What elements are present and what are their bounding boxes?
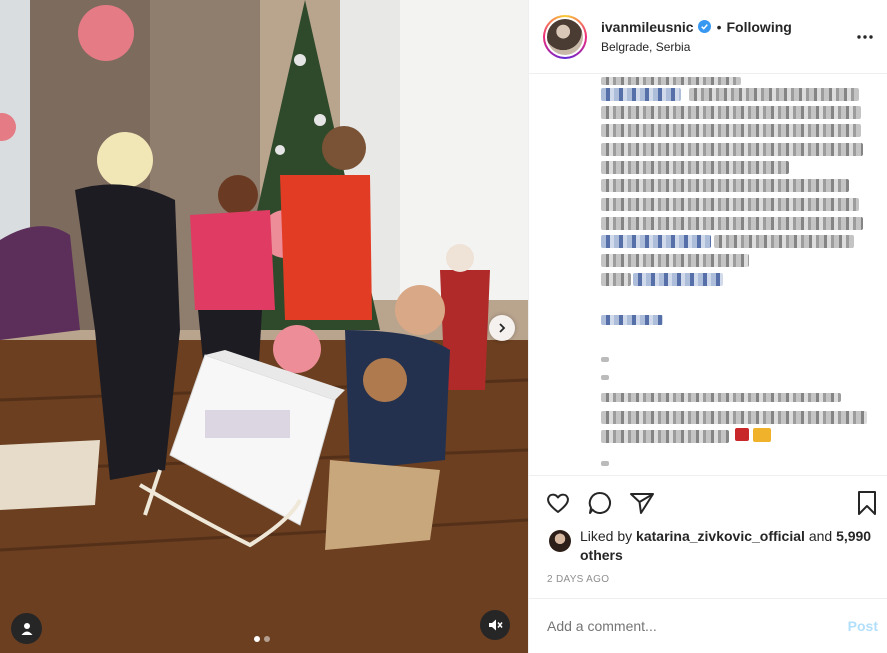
video-frame xyxy=(0,0,528,653)
liker-avatar[interactable] xyxy=(549,530,571,552)
likes-summary: Liked by katarina_zivkovic_official and … xyxy=(549,527,880,565)
avatar[interactable] xyxy=(543,14,587,59)
username-link[interactable]: ivanmileusnic xyxy=(601,18,694,36)
comment-form: Post xyxy=(529,598,887,653)
chevron-right-icon xyxy=(499,323,506,333)
obscured-text xyxy=(714,235,854,248)
obscured-text xyxy=(601,254,749,267)
obscured-text xyxy=(601,411,867,424)
obscured-text xyxy=(601,393,841,402)
obscured-text xyxy=(601,430,729,443)
obscured-text xyxy=(601,235,711,248)
post-header: ivanmileusnic • Following Belgrade, Serb… xyxy=(529,0,887,74)
obscured-text xyxy=(601,461,609,466)
tagged-users-button[interactable] xyxy=(11,613,42,644)
ellipsis-icon[interactable] xyxy=(855,30,875,44)
post-media[interactable] xyxy=(0,0,528,653)
obscured-text xyxy=(601,357,609,362)
obscured-text xyxy=(601,179,849,192)
carousel-dot xyxy=(264,636,270,642)
obscured-text xyxy=(633,273,723,286)
likes-conjunction: and xyxy=(808,528,833,544)
obscured-text xyxy=(601,315,663,325)
obscured-text xyxy=(601,217,863,230)
verified-badge-icon xyxy=(697,20,711,33)
obscured-text xyxy=(601,273,631,286)
heart-icon[interactable] xyxy=(545,490,571,516)
obscured-text xyxy=(601,143,863,156)
next-media-button[interactable] xyxy=(489,315,515,341)
post-dialog: ivanmileusnic • Following Belgrade, Serb… xyxy=(0,0,887,653)
obscured-text xyxy=(689,88,859,101)
obscured-text xyxy=(601,124,861,137)
comment-input[interactable] xyxy=(547,618,848,634)
mute-toggle-button[interactable] xyxy=(480,610,510,640)
obscured-text xyxy=(601,375,609,380)
user-icon xyxy=(21,622,32,635)
post-details-panel: ivanmileusnic • Following Belgrade, Serb… xyxy=(528,0,887,653)
post-actions: Liked by katarina_zivkovic_official and … xyxy=(529,475,887,598)
liker-username-link[interactable]: katarina_zivkovic_official xyxy=(636,528,805,544)
obscured-text xyxy=(601,198,859,211)
caption-obscured xyxy=(529,75,887,475)
flag-emoji-icon xyxy=(735,428,749,441)
speaker-muted-icon xyxy=(489,619,503,631)
location-link[interactable]: Belgrade, Serbia xyxy=(601,38,792,56)
separator: • xyxy=(716,18,722,35)
post-comment-button[interactable]: Post xyxy=(848,618,878,634)
obscured-text xyxy=(601,161,789,174)
comment-bubble-icon[interactable] xyxy=(587,490,613,516)
paper-plane-icon[interactable] xyxy=(629,490,655,516)
carousel-dot xyxy=(254,636,260,642)
hands-emoji-icon xyxy=(753,428,771,442)
avatar-image xyxy=(547,18,583,55)
carousel-indicator xyxy=(254,636,270,642)
bookmark-icon[interactable] xyxy=(854,490,880,516)
obscured-text xyxy=(601,88,681,101)
obscured-text xyxy=(601,106,861,119)
following-button[interactable]: Following xyxy=(727,18,792,36)
obscured-text xyxy=(601,77,741,85)
post-timestamp[interactable]: 2 DAYS AGO xyxy=(547,574,609,585)
liked-by-label: Liked by xyxy=(580,528,633,544)
